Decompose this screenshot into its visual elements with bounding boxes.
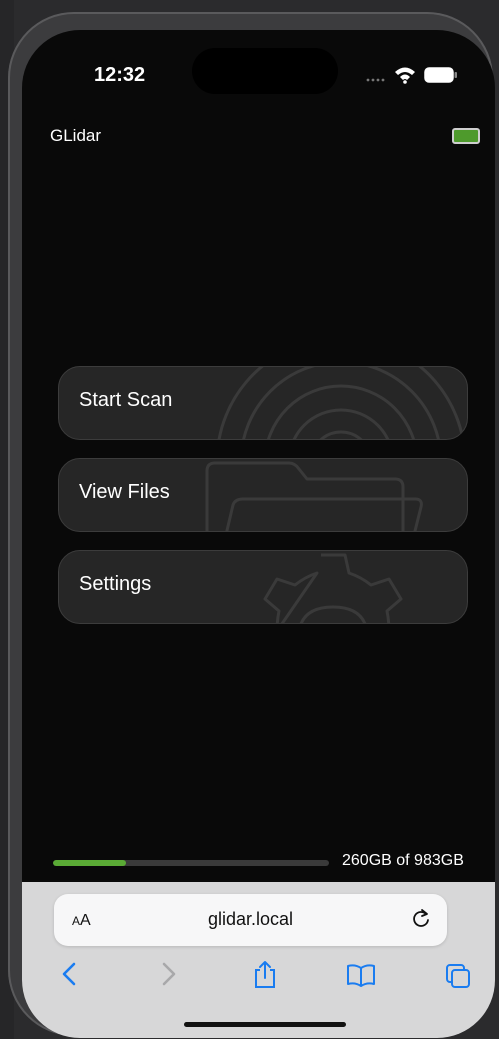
storage-progress-bar (53, 860, 329, 866)
start-scan-button[interactable]: Start Scan (58, 366, 468, 440)
address-bar[interactable]: AA glidar.local (54, 894, 447, 946)
tabs-icon[interactable] (444, 962, 472, 990)
battery-icon (424, 67, 457, 83)
dynamic-island (192, 48, 338, 94)
settings-label: Settings (79, 573, 152, 595)
bookmarks-icon[interactable] (346, 962, 376, 988)
home-indicator (184, 1022, 346, 1027)
app-title: GLidar (50, 126, 102, 145)
wifi-icon (395, 67, 415, 84)
settings-button[interactable]: Settings (58, 550, 468, 624)
status-time: 12:32 (94, 64, 146, 86)
storage-text: 260GB of 983GB (342, 852, 464, 869)
view-files-label: View Files (79, 481, 170, 503)
phone-frame: 12:32 GLidar Start Scan View Files Setti… (8, 12, 495, 1038)
browser-toolbar: AA glidar.local (22, 882, 495, 1038)
screen: 12:32 GLidar Start Scan View Files Setti… (22, 30, 495, 1038)
forward-icon[interactable] (156, 960, 180, 988)
view-files-button[interactable]: View Files (58, 458, 468, 532)
back-icon[interactable] (58, 960, 82, 988)
storage-progress-fill (53, 860, 126, 866)
device-battery-indicator (452, 128, 480, 144)
share-icon[interactable] (252, 960, 278, 990)
url-text: glidar.local (207, 909, 294, 929)
reload-icon[interactable] (410, 908, 432, 930)
start-scan-label: Start Scan (79, 389, 173, 411)
